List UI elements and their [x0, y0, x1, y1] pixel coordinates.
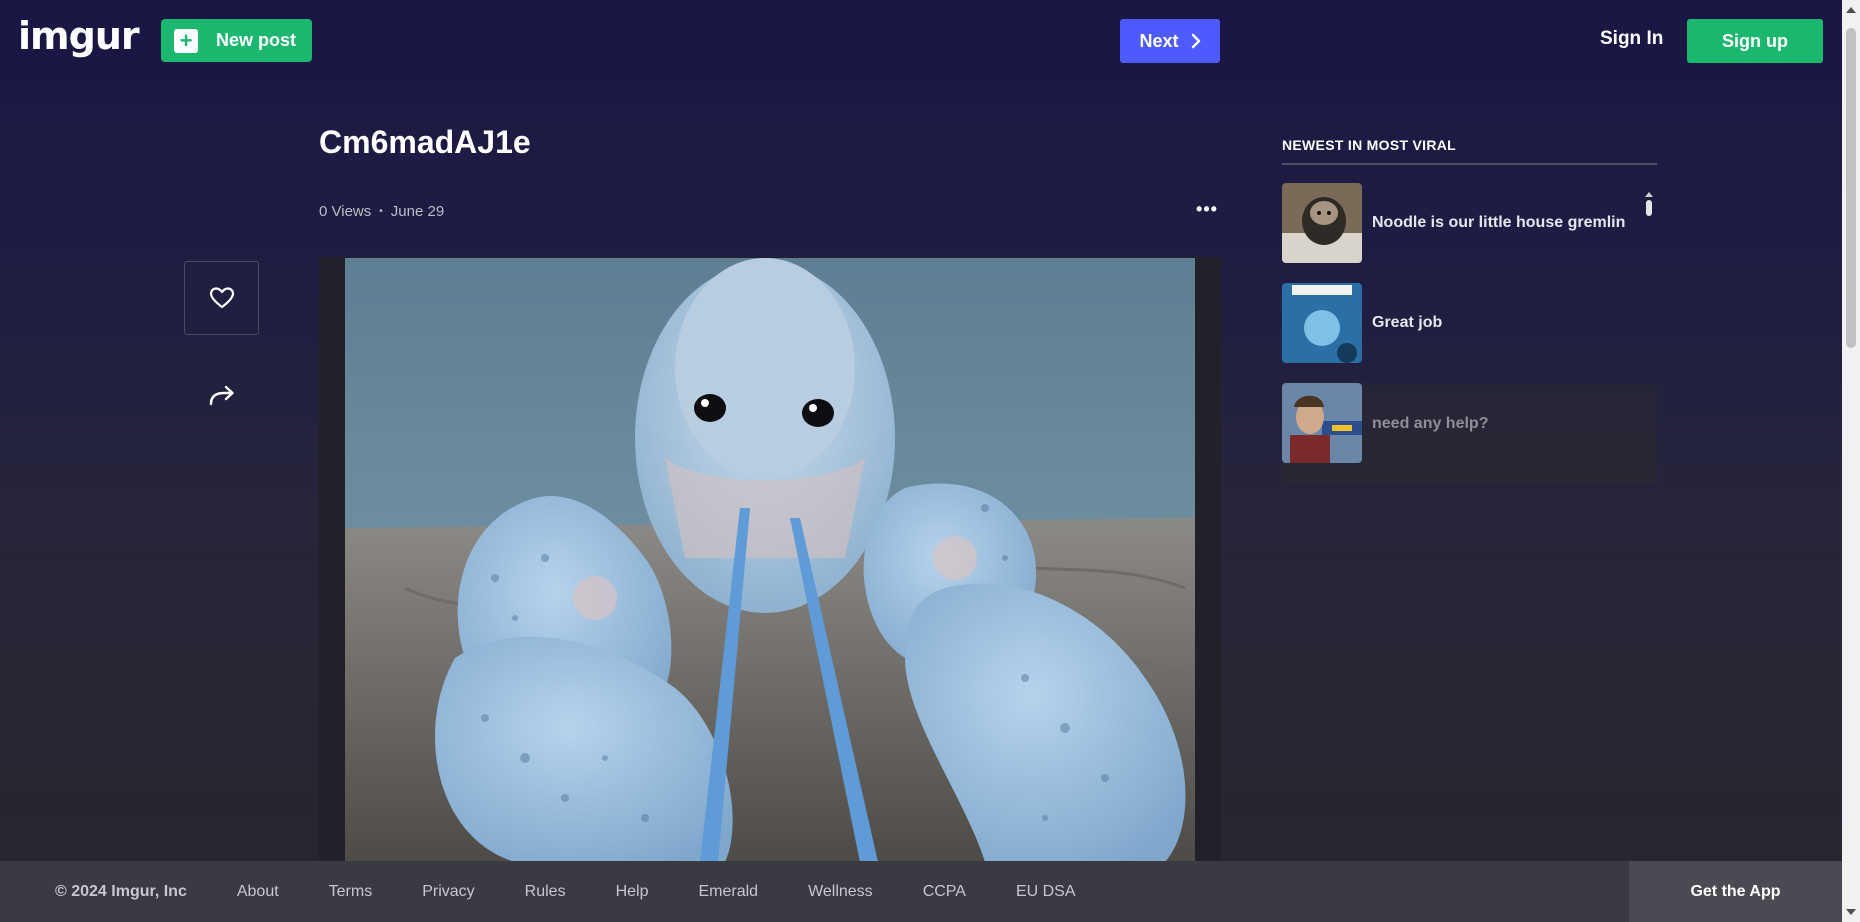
- share-arrow-icon: [209, 385, 234, 406]
- sidebar-heading: NEWEST IN MOST VIRAL: [1282, 137, 1657, 165]
- footer: © 2024 Imgur, Inc About Terms Privacy Ru…: [0, 861, 1842, 922]
- post-image[interactable]: [345, 258, 1195, 862]
- view-count: 0 Views: [319, 203, 372, 220]
- new-post-button[interactable]: + New post: [161, 19, 312, 62]
- new-post-label: New post: [216, 30, 297, 50]
- sign-in-link[interactable]: Sign In: [1600, 28, 1663, 50]
- get-app-button[interactable]: Get the App: [1629, 861, 1842, 922]
- post-date: June 29: [390, 203, 445, 220]
- meta-separator: •: [379, 206, 383, 217]
- viral-item-title: Great job: [1372, 314, 1443, 331]
- like-button[interactable]: [184, 261, 259, 335]
- scroll-up-arrow-icon[interactable]: [1846, 7, 1856, 13]
- sign-up-button[interactable]: Sign up: [1687, 19, 1823, 63]
- viral-item[interactable]: need any help?: [1282, 383, 1657, 483]
- post-meta: 0 Views • June 29: [319, 203, 444, 220]
- imgur-logo[interactable]: imgur: [18, 14, 140, 58]
- viral-list: Noodle is our little house gremlin Great…: [1282, 183, 1657, 503]
- more-options-button[interactable]: •••: [1190, 196, 1224, 222]
- footer-link-about[interactable]: About: [237, 883, 279, 901]
- viral-item[interactable]: Noodle is our little house gremlin: [1282, 183, 1657, 263]
- viral-item-title: need any help?: [1372, 415, 1489, 432]
- viral-thumbnail: [1282, 383, 1362, 463]
- viral-thumbnail: [1282, 283, 1362, 363]
- sidebar-scrollbar[interactable]: [1644, 190, 1654, 216]
- viral-item[interactable]: Great job: [1282, 283, 1657, 363]
- footer-link-privacy[interactable]: Privacy: [422, 883, 474, 901]
- viral-thumbnail: [1282, 183, 1362, 263]
- page-scrollbar[interactable]: [1842, 0, 1860, 922]
- footer-copyright: © 2024 Imgur, Inc: [55, 882, 187, 900]
- footer-link-ccpa[interactable]: CCPA: [923, 883, 966, 901]
- share-button[interactable]: [202, 376, 242, 416]
- footer-links: About Terms Privacy Rules Help Emerald W…: [237, 883, 1076, 901]
- heart-icon: [209, 287, 234, 309]
- chevron-right-icon: [1191, 33, 1200, 49]
- next-button[interactable]: Next: [1120, 19, 1220, 63]
- next-label: Next: [1139, 30, 1179, 51]
- scrollbar-thumb[interactable]: [1846, 28, 1856, 348]
- post-image-container: [319, 257, 1221, 862]
- top-header: imgur + New post Next Sign In Sign up: [0, 0, 1842, 80]
- footer-link-help[interactable]: Help: [616, 883, 649, 901]
- footer-link-rules[interactable]: Rules: [525, 883, 566, 901]
- footer-link-wellness[interactable]: Wellness: [808, 883, 873, 901]
- scroll-down-arrow-icon[interactable]: [1846, 909, 1856, 915]
- blue-lobster-image: [345, 258, 1195, 862]
- footer-link-emerald[interactable]: Emerald: [698, 883, 758, 901]
- viral-item-title: Noodle is our little house gremlin: [1372, 214, 1626, 231]
- footer-link-eu-dsa[interactable]: EU DSA: [1016, 883, 1076, 901]
- post-title: Cm6madAJ1e: [319, 124, 531, 160]
- footer-link-terms[interactable]: Terms: [329, 883, 373, 901]
- plus-icon: +: [174, 28, 198, 53]
